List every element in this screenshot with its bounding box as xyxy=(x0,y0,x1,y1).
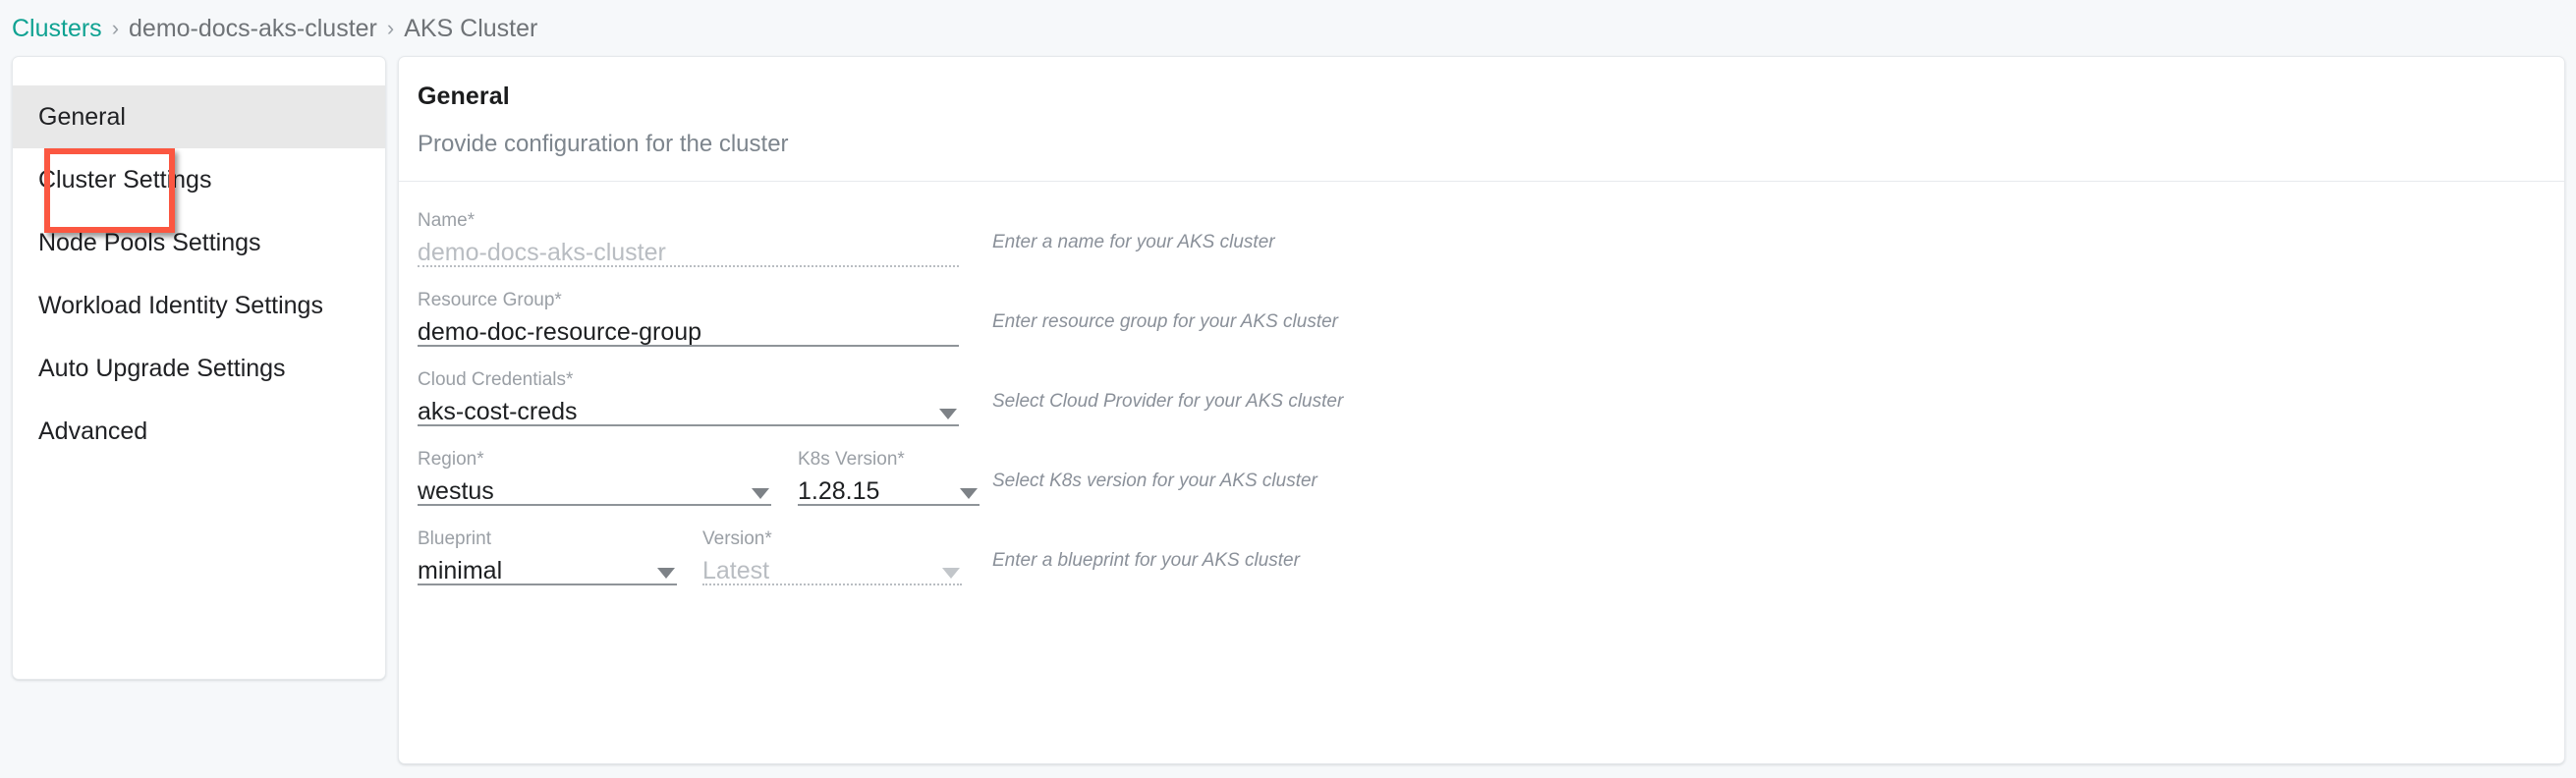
form-row-blueprint-version: Blueprint minimal Version* Latest Enter … xyxy=(418,528,2564,585)
blueprint-field-label: Blueprint xyxy=(418,528,491,549)
sidebar-item-workload-identity-settings[interactable]: Workload Identity Settings xyxy=(13,274,385,337)
general-form: Name* demo-docs-aks-cluster Enter a name… xyxy=(399,210,2564,585)
cloud-credentials-value[interactable]: aks-cost-creds xyxy=(418,397,578,426)
name-field[interactable]: Name* demo-docs-aks-cluster xyxy=(418,210,959,267)
sidebar-item-label: Auto Upgrade Settings xyxy=(38,354,286,382)
breadcrumb: Clusters › demo-docs-aks-cluster › AKS C… xyxy=(12,13,537,44)
general-config-panel: General Provide configuration for the cl… xyxy=(398,56,2565,764)
k8s-version-field-label: K8s Version* xyxy=(798,449,905,470)
chevron-down-icon[interactable] xyxy=(657,568,675,579)
resource-group-input[interactable]: demo-doc-resource-group xyxy=(418,317,701,347)
panel-subtitle: Provide configuration for the cluster xyxy=(418,131,789,157)
blueprint-helper-text: Enter a blueprint for your AKS cluster xyxy=(992,550,1300,571)
region-field-underline xyxy=(418,504,771,506)
name-field-label: Name* xyxy=(418,210,476,231)
sidebar-item-label: Advanced xyxy=(38,417,148,445)
k8s-version-value[interactable]: 1.28.15 xyxy=(798,476,879,506)
blueprint-select[interactable]: Blueprint minimal xyxy=(418,528,677,585)
breadcrumb-item-cluster[interactable]: demo-docs-aks-cluster xyxy=(129,13,377,44)
breadcrumb-current-page: AKS Cluster xyxy=(404,15,538,42)
form-row-cloud-credentials: Cloud Credentials* aks-cost-creds Select… xyxy=(418,369,2564,426)
cloud-credentials-field-label: Cloud Credentials* xyxy=(418,369,574,390)
breadcrumb-separator-1: › xyxy=(111,16,120,40)
name-field-underline xyxy=(418,265,959,267)
form-row-resource-group: Resource Group* demo-doc-resource-group … xyxy=(418,290,2564,347)
breadcrumb-link-clusters[interactable]: Clusters xyxy=(12,13,102,44)
settings-nav-list: General Cluster Settings Node Pools Sett… xyxy=(13,57,385,463)
region-value[interactable]: westus xyxy=(418,476,494,506)
version-value[interactable]: Latest xyxy=(702,556,769,585)
sidebar-item-auto-upgrade-settings[interactable]: Auto Upgrade Settings xyxy=(13,337,385,400)
sidebar-item-general[interactable]: General xyxy=(13,85,385,148)
k8s-version-select[interactable]: K8s Version* 1.28.15 xyxy=(798,449,980,506)
page-title: General xyxy=(418,83,510,110)
resource-group-helper-text: Enter resource group for your AKS cluste… xyxy=(992,311,1339,332)
resource-group-field-underline xyxy=(418,345,959,347)
version-field-underline xyxy=(702,584,962,585)
name-input[interactable]: demo-docs-aks-cluster xyxy=(418,238,666,267)
k8s-version-field-underline xyxy=(798,504,980,506)
chevron-down-icon[interactable] xyxy=(942,568,960,579)
sidebar-item-advanced[interactable]: Advanced xyxy=(13,400,385,463)
blueprint-value[interactable]: minimal xyxy=(418,556,502,585)
form-row-region-k8s: Region* westus K8s Version* 1.28.15 Sele… xyxy=(418,449,2564,506)
panel-divider xyxy=(399,181,2564,182)
sidebar-item-label: Node Pools Settings xyxy=(38,228,261,256)
k8s-version-helper-text: Select K8s version for your AKS cluster xyxy=(992,471,1317,491)
breadcrumb-separator-2: › xyxy=(386,16,395,40)
sidebar-item-node-pools-settings[interactable]: Node Pools Settings xyxy=(13,211,385,274)
resource-group-field-label: Resource Group* xyxy=(418,290,562,310)
cloud-credentials-select[interactable]: Cloud Credentials* aks-cost-creds xyxy=(418,369,959,426)
settings-nav-card: General Cluster Settings Node Pools Sett… xyxy=(12,56,386,680)
version-select[interactable]: Version* Latest xyxy=(702,528,962,585)
cloud-credentials-field-underline xyxy=(418,424,959,426)
aks-cluster-config-page: Clusters › demo-docs-aks-cluster › AKS C… xyxy=(0,0,2576,778)
chevron-down-icon[interactable] xyxy=(939,409,957,419)
sidebar-item-label: Workload Identity Settings xyxy=(38,291,323,319)
sidebar-item-label: General xyxy=(38,102,126,131)
region-field-label: Region* xyxy=(418,449,484,470)
blueprint-field-underline xyxy=(418,584,677,585)
region-select[interactable]: Region* westus xyxy=(418,449,771,506)
resource-group-field[interactable]: Resource Group* demo-doc-resource-group xyxy=(418,290,959,347)
chevron-down-icon[interactable] xyxy=(960,488,978,499)
panel-header: General Provide configuration for the cl… xyxy=(399,57,2564,158)
form-row-name: Name* demo-docs-aks-cluster Enter a name… xyxy=(418,210,2564,267)
sidebar-item-cluster-settings[interactable]: Cluster Settings xyxy=(13,148,385,211)
sidebar-item-label: Cluster Settings xyxy=(38,165,212,194)
chevron-down-icon[interactable] xyxy=(752,488,769,499)
cloud-credentials-helper-text: Select Cloud Provider for your AKS clust… xyxy=(992,391,1344,412)
version-field-label: Version* xyxy=(702,528,772,549)
name-helper-text: Enter a name for your AKS cluster xyxy=(992,232,1275,252)
